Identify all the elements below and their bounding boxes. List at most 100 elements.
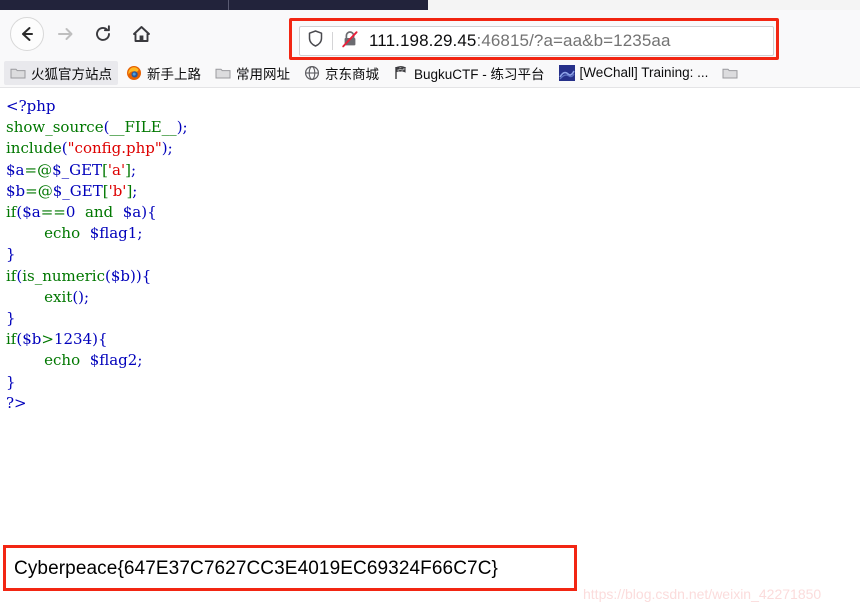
code-token: <?php <box>6 97 56 115</box>
code-token: $_GET <box>52 160 103 179</box>
code-token: and <box>84 203 114 222</box>
code-token: $_GET <box>52 181 103 200</box>
globe-icon <box>304 65 320 81</box>
flag-text: Cyberpeace{647E37C7627CC3E4019EC69324F66… <box>14 558 498 579</box>
code-token: __FILE__ <box>109 118 177 137</box>
home-icon <box>131 24 152 45</box>
code-token: ; <box>137 224 143 243</box>
code-token: { <box>147 203 157 222</box>
folder-icon <box>215 65 231 81</box>
url-path: :46815/?a=aa&b=1235aa <box>476 31 671 50</box>
code-token: $b <box>22 330 42 349</box>
code-token: 'a' <box>107 160 126 179</box>
bookmark-label: 常用网址 <box>236 66 290 82</box>
code-token: echo <box>44 224 81 243</box>
code-token: =@ <box>25 181 53 200</box>
wechall-icon <box>558 64 575 81</box>
page-content: <?php show_source(__FILE__); include("co… <box>0 88 860 602</box>
code-token: $a <box>6 160 25 179</box>
code-token: $b <box>6 181 26 200</box>
arrow-right-icon <box>55 24 75 44</box>
bookmark-label: 新手上路 <box>147 66 201 82</box>
code-token: > <box>41 330 54 349</box>
code-token: { <box>141 266 152 285</box>
code-token: ; <box>130 160 137 179</box>
bookmark-item[interactable] <box>716 61 749 85</box>
url-text: 111.198.29.45:46815/?a=aa&b=1235aa <box>369 31 671 51</box>
code-token: if <box>6 203 17 222</box>
code-token: ; <box>84 287 90 306</box>
tab-active[interactable] <box>428 0 860 10</box>
url-bar-highlight-box: 111.198.29.45:46815/?a=aa&b=1235aa <box>289 18 779 60</box>
code-token: { <box>98 330 108 349</box>
bookmark-item[interactable]: 京东商城 <box>298 61 385 85</box>
watermark-text: https://blog.csdn.net/weixin_42271850 <box>583 586 822 602</box>
bookmark-item[interactable]: 常用网址 <box>209 61 296 85</box>
tab-inactive[interactable] <box>229 0 429 10</box>
url-bar[interactable]: 111.198.29.45:46815/?a=aa&b=1235aa <box>299 26 774 56</box>
code-token: =@ <box>24 160 53 179</box>
code-token: include <box>6 139 62 158</box>
bookmark-label: BugkuCTF - 练习平台 <box>414 66 545 82</box>
identity-divider <box>332 32 333 50</box>
bookmark-label: [WeChall] Training: ... <box>579 65 709 80</box>
tab-inactive[interactable] <box>0 0 229 10</box>
code-token: if <box>6 330 17 349</box>
code-token: ; <box>182 118 188 137</box>
navigation-toolbar: 111.198.29.45:46815/?a=aa&b=1235aa <box>0 10 860 60</box>
code-token: $a <box>22 203 41 222</box>
code-token: "config.php" <box>67 139 162 158</box>
code-token: if <box>6 266 17 285</box>
code-token: $flag2 <box>89 351 138 370</box>
shield-icon[interactable] <box>306 29 325 53</box>
bookmark-label: 京东商城 <box>325 66 379 82</box>
arrow-left-icon <box>17 24 37 44</box>
flag-checkered-icon <box>393 65 409 81</box>
reload-icon <box>93 24 113 44</box>
code-token: )) <box>130 266 142 285</box>
url-host: 111.198.29.45 <box>369 31 477 50</box>
bookmark-item[interactable]: 火狐官方站点 <box>4 60 118 85</box>
code-token: () <box>72 287 85 306</box>
code-token: } <box>6 245 16 264</box>
code-token: 'b' <box>108 181 127 200</box>
code-token: ; <box>132 181 138 200</box>
code-token: exit <box>44 287 73 306</box>
code-token: is_numeric <box>22 266 106 285</box>
code-token: ?> <box>6 393 27 412</box>
code-token: } <box>6 309 16 328</box>
code-token: ; <box>167 139 173 158</box>
lock-crossed-icon[interactable] <box>340 29 360 54</box>
code-token: == <box>40 203 66 222</box>
identity-block <box>306 29 360 54</box>
home-button[interactable] <box>124 17 158 51</box>
code-token: $b <box>110 266 131 285</box>
code-token: 0 <box>65 203 76 222</box>
folder-icon <box>10 65 26 81</box>
bookmark-item[interactable]: [WeChall] Training: ... <box>553 61 715 85</box>
php-source-listing: <?php show_source(__FILE__); include("co… <box>0 88 860 414</box>
reload-button[interactable] <box>86 17 120 51</box>
bookmarks-bar: 火狐官方站点 新手上路 常用网址 京东商城 BugkuCTF - 练习平台 [W… <box>0 58 860 88</box>
code-token: $flag1 <box>89 224 138 243</box>
forward-button <box>48 17 82 51</box>
code-token: show_source <box>6 118 104 137</box>
firefox-icon <box>126 65 142 81</box>
code-token: 1234 <box>53 330 93 349</box>
bookmark-item[interactable]: 新手上路 <box>120 61 207 85</box>
back-button[interactable] <box>10 17 44 51</box>
code-token: echo <box>44 351 81 370</box>
flag-highlight-box: Cyberpeace{647E37C7627CC3E4019EC69324F66… <box>3 545 577 591</box>
code-token: $a <box>122 203 142 222</box>
bookmark-item[interactable]: BugkuCTF - 练习平台 <box>387 61 551 85</box>
bookmark-label: 火狐官方站点 <box>31 66 112 82</box>
tab-strip <box>0 0 860 10</box>
folder-icon <box>722 65 738 81</box>
